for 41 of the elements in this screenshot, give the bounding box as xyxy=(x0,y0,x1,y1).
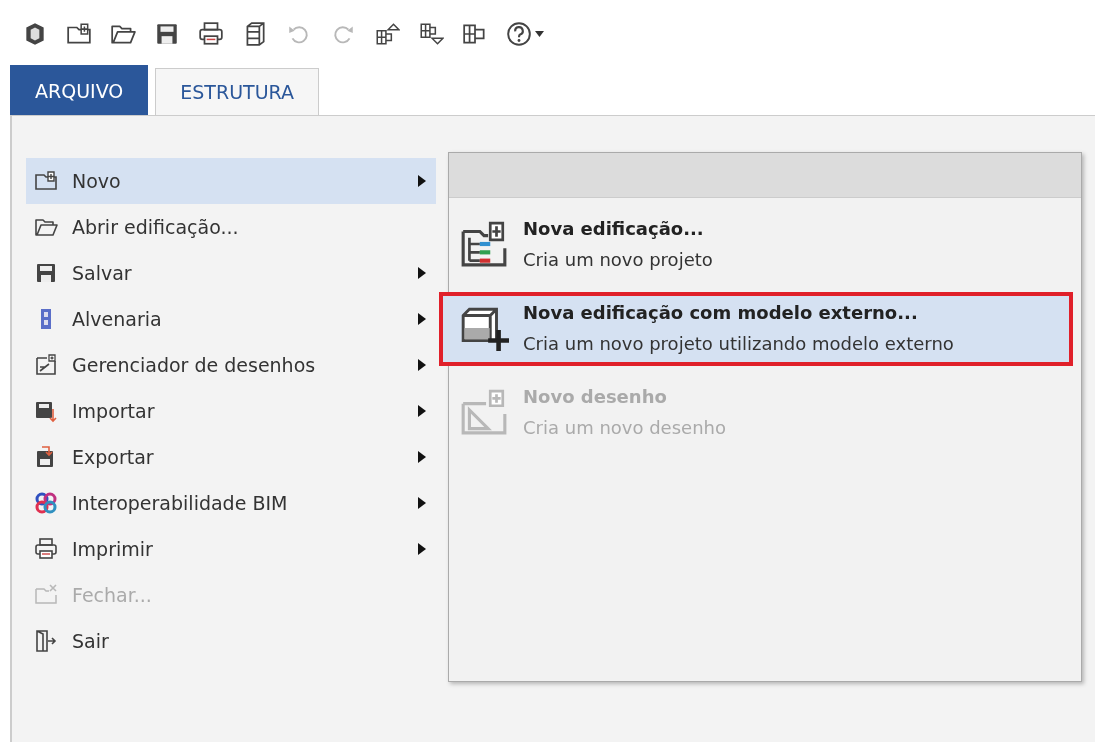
printer-icon xyxy=(198,21,224,47)
help-icon xyxy=(506,21,532,47)
menu-item[interactable]: Novo xyxy=(26,158,436,204)
submenu-arrow-icon xyxy=(418,543,426,555)
submenu-arrow-icon xyxy=(418,359,426,371)
submenu-arrow-icon xyxy=(418,497,426,509)
submenu-arrow-icon xyxy=(418,267,426,279)
tab[interactable]: ESTRUTURA xyxy=(155,68,320,115)
new-building-icon xyxy=(459,219,509,269)
move-down-icon xyxy=(418,21,444,47)
save-icon xyxy=(154,21,180,47)
save-icon xyxy=(34,261,58,285)
blocks-icon xyxy=(462,21,488,47)
help-icon-button[interactable] xyxy=(504,19,546,49)
menu-item[interactable]: Alvenaria xyxy=(26,296,436,342)
menu-item[interactable]: Abrir edificação... xyxy=(26,204,436,250)
submenu-arrow-icon xyxy=(418,175,426,187)
move-up-icon xyxy=(374,21,400,47)
bim-icon xyxy=(34,491,58,515)
import-icon xyxy=(34,399,58,423)
new-file-icon xyxy=(66,21,92,47)
new-drawing-icon xyxy=(459,387,509,437)
submenu-arrow-icon xyxy=(418,313,426,325)
menu-item[interactable]: Importar xyxy=(26,388,436,434)
menu-item[interactable]: Salvar xyxy=(26,250,436,296)
menu-item[interactable]: Imprimir xyxy=(26,526,436,572)
drawing-manager-icon xyxy=(34,353,58,377)
submenu-arrow-icon xyxy=(418,451,426,463)
submenu-item[interactable]: Nova edificação com modelo externo... Cria um novo projeto utilizando modelo externo xyxy=(439,292,1073,366)
menu-item[interactable]: Exportar xyxy=(26,434,436,480)
submenu-item[interactable]: Nova edificação... Cria um novo projeto xyxy=(439,208,1073,282)
tab[interactable]: ARQUIVO xyxy=(10,65,149,115)
new-file-icon xyxy=(34,169,58,193)
caret-icon xyxy=(535,31,544,37)
menu-item[interactable]: Sair xyxy=(26,618,436,664)
menu-item[interactable]: Gerenciador de desenhos xyxy=(26,342,436,388)
printer-icon xyxy=(34,537,58,561)
close-file-icon xyxy=(34,583,58,607)
submenu-arrow-icon xyxy=(418,405,426,417)
menu-item[interactable]: Interoperabilidade BIM xyxy=(26,480,436,526)
exit-door-icon xyxy=(34,629,58,653)
